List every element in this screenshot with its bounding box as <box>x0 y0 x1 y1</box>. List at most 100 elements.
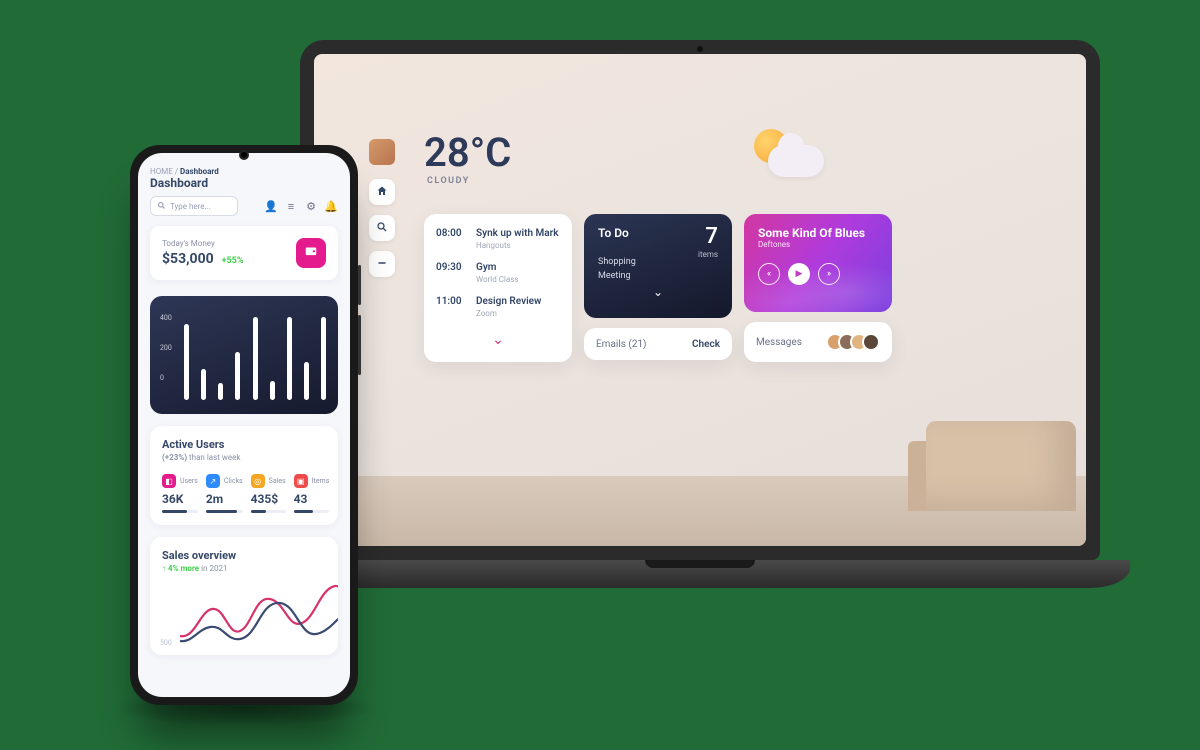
stat-value: 2m <box>206 492 243 506</box>
stat-items: ▣Items 43 <box>294 474 330 513</box>
breadcrumb-current: Dashboard <box>180 167 219 176</box>
settings-button[interactable]: ⚙ <box>304 200 318 213</box>
chart-y-axis: 400 200 0 <box>160 314 172 382</box>
header-row: Type here... 👤 ≡ ⚙ 🔔 <box>138 190 350 226</box>
todo-items-label: items <box>698 250 718 259</box>
active-users-delta: (+23%) <box>162 453 187 462</box>
stat-fill <box>206 510 237 513</box>
chevron-down-icon: ⌄ <box>492 332 504 348</box>
schedule-title: Gym <box>476 262 560 273</box>
schedule-time: 11:00 <box>436 296 466 318</box>
chart-bar <box>321 317 326 400</box>
menu-icon: ≡ <box>288 200 294 213</box>
stat-value: 43 <box>294 492 330 506</box>
sales-line-chart <box>180 581 338 651</box>
laptop-base <box>270 560 1130 588</box>
chart-bar <box>218 383 223 400</box>
search-icon <box>376 221 388 236</box>
chart-bar <box>184 324 189 400</box>
media-column: Some Kind Of Blues Deftones « ▶ » Messag… <box>744 214 892 362</box>
phone-device: HOME / Dashboard Dashboard Type here... … <box>130 145 358 705</box>
music-card[interactable]: Some Kind Of Blues Deftones « ▶ » <box>744 214 892 312</box>
home-button[interactable] <box>369 179 395 205</box>
phone-camera <box>239 150 249 160</box>
money-label: Today's Money <box>162 239 244 248</box>
schedule-item[interactable]: 11:00 Design Review Zoom <box>436 296 560 318</box>
weather-description: CLOUDY <box>427 176 470 186</box>
bar-chart-card: 400 200 0 <box>150 296 338 414</box>
stat-name: Items <box>312 477 330 485</box>
widget-row: 08:00 Synk up with Mark Hangouts 09:30 G… <box>424 214 892 362</box>
messages-avatars <box>826 333 880 351</box>
todo-list: Shopping Meeting <box>598 256 718 283</box>
page-title: Dashboard <box>138 176 350 190</box>
stat-value: 435$ <box>251 492 286 506</box>
home-icon <box>376 185 388 200</box>
laptop-bezel: 28°C CLOUDY 08:00 Synk up with Mark Hang… <box>300 40 1100 560</box>
next-icon: » <box>827 269 831 279</box>
music-next-button[interactable]: » <box>818 263 840 285</box>
schedule-item[interactable]: 08:00 Synk up with Mark Hangouts <box>436 228 560 250</box>
messages-card[interactable]: Messages <box>744 322 892 362</box>
active-users-subtitle: (+23%) than last week <box>162 453 326 462</box>
schedule-time: 09:30 <box>436 262 466 284</box>
sales-title: Sales overview <box>162 549 326 562</box>
breadcrumb-home[interactable]: HOME <box>150 167 173 176</box>
active-users-title: Active Users <box>162 438 326 451</box>
phone-screen: HOME / Dashboard Dashboard Type here... … <box>138 153 350 697</box>
phone-side-button <box>358 315 361 375</box>
desktop-screen: 28°C CLOUDY 08:00 Synk up with Mark Hang… <box>314 54 1086 546</box>
schedule-item[interactable]: 09:30 Gym World Class <box>436 262 560 284</box>
user-avatar[interactable] <box>369 139 395 165</box>
sales-delta: 4% more <box>168 564 199 573</box>
todo-expand[interactable]: ⌄ <box>598 285 718 299</box>
y-tick: 500 <box>160 639 172 647</box>
schedule-expand[interactable]: ⌄ <box>436 330 560 350</box>
user-icon: 👤 <box>264 200 278 213</box>
music-prev-button[interactable]: « <box>758 263 780 285</box>
todo-column: To Do 7 items Shopping Meeting ⌄ Emails … <box>584 214 732 362</box>
stat-fill <box>294 510 314 513</box>
sales-icon: ◎ <box>251 474 265 488</box>
y-tick: 400 <box>160 314 172 322</box>
music-controls: « ▶ » <box>758 263 878 285</box>
schedule-time: 08:00 <box>436 228 466 250</box>
chart-bar <box>235 352 240 400</box>
messages-label: Messages <box>756 337 802 348</box>
prev-icon: « <box>767 269 771 279</box>
play-icon: ▶ <box>796 269 803 279</box>
weather-temperature: 28°C <box>424 129 511 176</box>
stat-fill <box>162 510 187 513</box>
account-button[interactable]: 👤 <box>264 200 278 213</box>
stat-name: Clicks <box>224 477 243 485</box>
mini-sidebar <box>369 179 395 277</box>
clicks-icon: ↗ <box>206 474 220 488</box>
wallpaper-sofa <box>926 421 1076 511</box>
menu-button[interactable]: ≡ <box>284 200 298 213</box>
search-input[interactable]: Type here... <box>150 196 238 216</box>
chevron-down-icon: ⌄ <box>653 285 663 299</box>
stat-value: 36K <box>162 492 198 506</box>
stat-users: ◧Users 36K <box>162 474 198 513</box>
notifications-button[interactable]: 🔔 <box>324 200 338 213</box>
emails-check-link[interactable]: Check <box>692 339 720 350</box>
todo-title: To Do <box>598 226 718 240</box>
y-tick: 200 <box>160 344 172 352</box>
schedule-title: Design Review <box>476 296 560 307</box>
stat-name: Users <box>180 477 198 485</box>
wallet-icon <box>304 244 318 262</box>
emails-card[interactable]: Emails (21) Check <box>584 328 732 360</box>
avatar <box>862 333 880 351</box>
active-users-card: Active Users (+23%) than last week ◧User… <box>150 426 338 525</box>
schedule-sub: Zoom <box>476 309 560 318</box>
schedule-card[interactable]: 08:00 Synk up with Mark Hangouts 09:30 G… <box>424 214 572 362</box>
money-card[interactable]: Today's Money $53,000 +55% <box>150 226 338 280</box>
minimize-button[interactable] <box>369 251 395 277</box>
sales-period: in 2021 <box>201 564 227 573</box>
search-button[interactable] <box>369 215 395 241</box>
schedule-sub: Hangouts <box>476 241 560 250</box>
stat-fill <box>251 510 267 513</box>
music-play-button[interactable]: ▶ <box>788 263 810 285</box>
todo-card[interactable]: To Do 7 items Shopping Meeting ⌄ <box>584 214 732 318</box>
search-placeholder: Type here... <box>170 202 211 211</box>
